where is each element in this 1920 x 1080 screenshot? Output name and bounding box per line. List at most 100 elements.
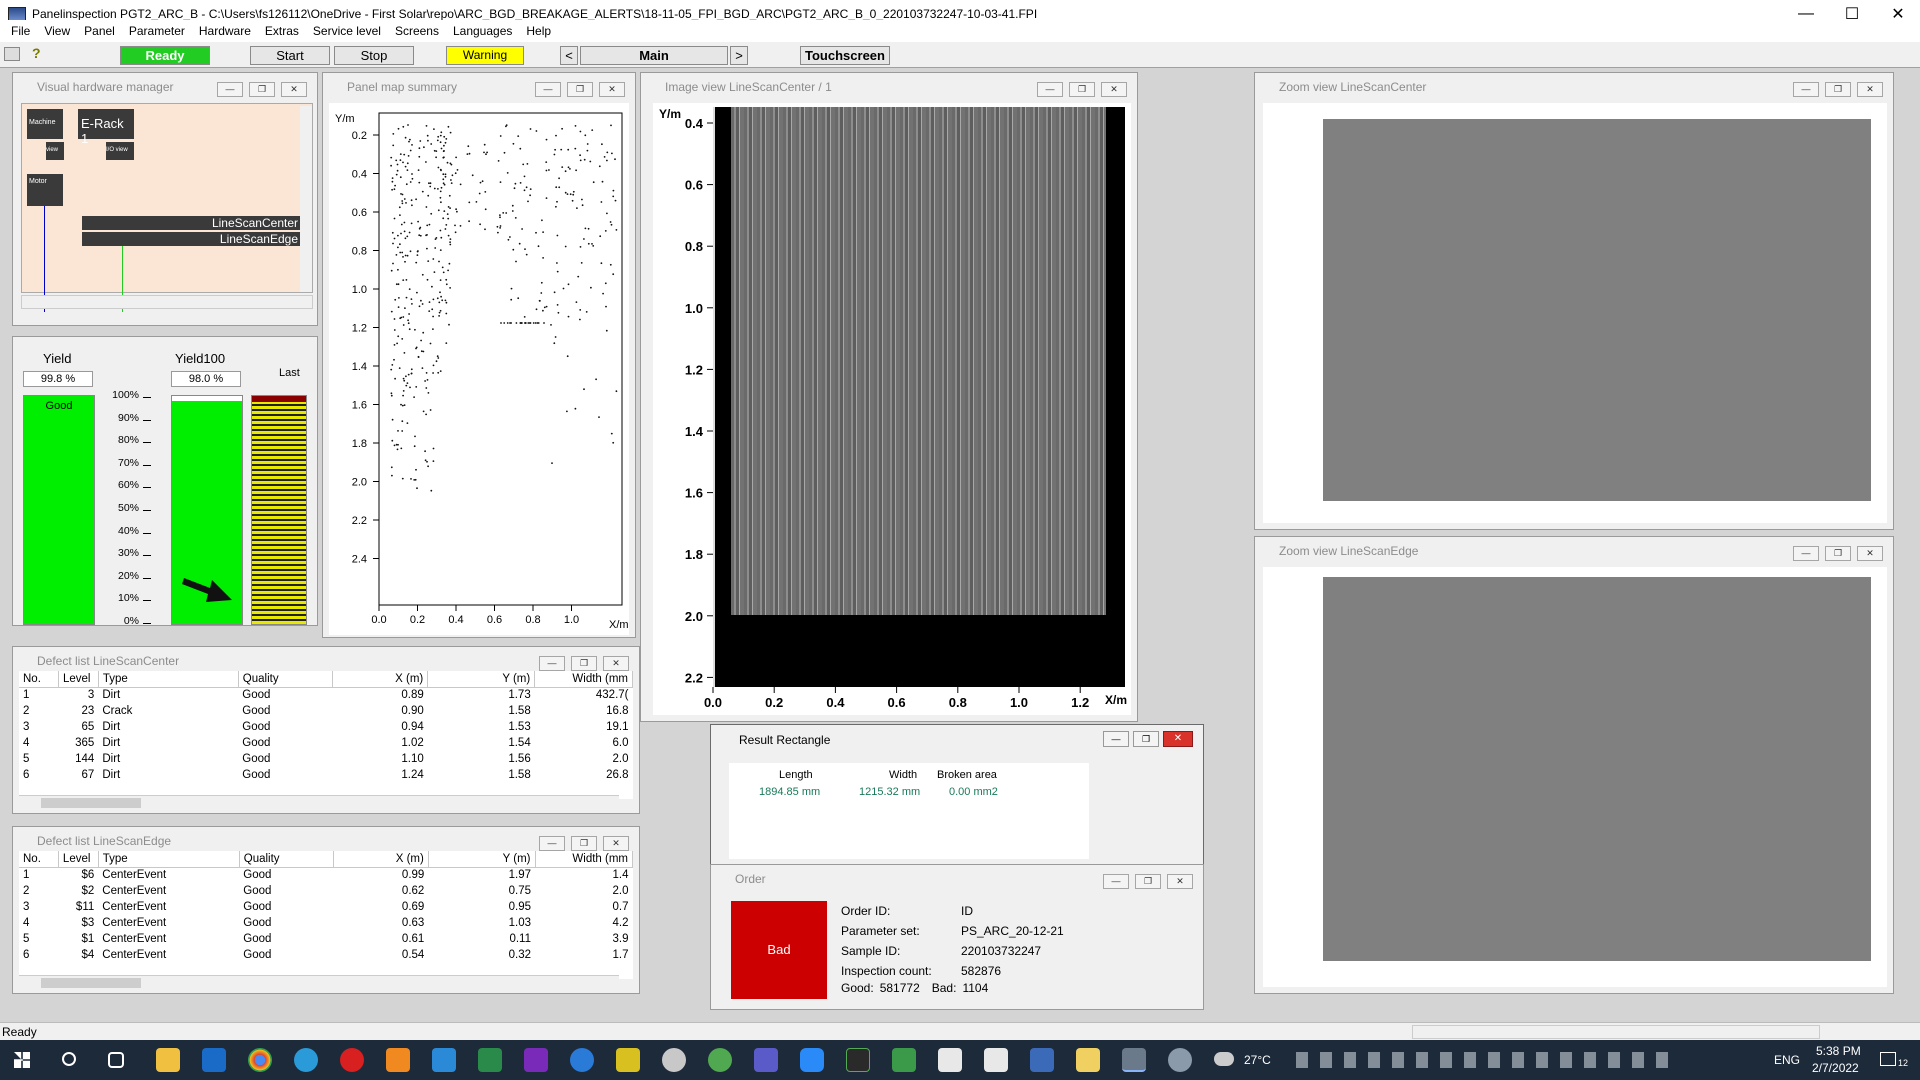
column-header[interactable]: Y (m) — [428, 851, 536, 868]
column-header[interactable]: No. — [19, 671, 59, 688]
app-icon-spreadsheet[interactable] — [892, 1048, 916, 1072]
stop-button[interactable]: Stop — [334, 46, 414, 65]
app-icon-gray[interactable] — [662, 1048, 686, 1072]
menu-parameter[interactable]: Parameter — [122, 24, 192, 38]
search-icon[interactable] — [62, 1052, 76, 1066]
column-header[interactable]: Quality — [238, 671, 333, 688]
table-row[interactable]: 3 $11 CenterEvent Good 0.69 0.95 0.7 — [19, 899, 633, 915]
excel-icon[interactable] — [478, 1048, 502, 1072]
table-row[interactable]: 3 65 Dirt Good 0.94 1.53 19.1 — [19, 719, 633, 735]
start-button[interactable]: Start — [250, 46, 330, 65]
app-icon-yellow[interactable] — [616, 1048, 640, 1072]
table-row[interactable]: 4 $3 CenterEvent Good 0.63 1.03 4.2 — [19, 915, 633, 931]
table-row[interactable]: 6 67 Dirt Good 1.24 1.58 26.8 — [19, 767, 633, 783]
close-icon[interactable]: ✕ — [281, 82, 307, 97]
close-icon[interactable]: ✕ — [1101, 82, 1127, 97]
restore-icon[interactable]: ❐ — [249, 82, 275, 97]
close-icon[interactable]: ✕ — [1163, 731, 1193, 747]
table-row[interactable]: 1 3 Dirt Good 0.89 1.73 432.7( — [19, 687, 633, 703]
ie-icon[interactable] — [570, 1048, 594, 1072]
clock-date[interactable]: 2/7/2022 — [1812, 1061, 1859, 1075]
restore-icon[interactable]: ❐ — [1825, 82, 1851, 97]
app-icon-orange[interactable] — [386, 1048, 410, 1072]
menu-languages[interactable]: Languages — [446, 24, 519, 38]
hw-horizontal-scrollbar[interactable] — [21, 295, 313, 309]
menu-view[interactable]: View — [37, 24, 77, 38]
app-icon-check[interactable] — [1076, 1048, 1100, 1072]
calculator-icon[interactable] — [938, 1048, 962, 1072]
onenote-icon[interactable] — [524, 1048, 548, 1072]
column-header[interactable]: X (m) — [333, 851, 429, 868]
help-icon[interactable]: ? — [32, 45, 41, 61]
erack-node[interactable]: E-Rack 1 — [78, 109, 134, 146]
zoom-center-image[interactable] — [1323, 119, 1871, 501]
panelinspection-taskbar-icon[interactable] — [1122, 1048, 1146, 1072]
hw-vertical-scrollbar[interactable] — [300, 106, 312, 292]
windows-start-icon[interactable] — [14, 1052, 30, 1068]
minimize-icon[interactable]: — — [1103, 874, 1129, 889]
table-row[interactable]: 4 365 Dirt Good 1.02 1.54 6.0 — [19, 735, 633, 751]
close-icon[interactable]: ✕ — [1857, 82, 1883, 97]
restore-icon[interactable]: ❐ — [1133, 731, 1159, 747]
opera-icon[interactable] — [340, 1048, 364, 1072]
column-header[interactable]: Quality — [239, 851, 334, 868]
language-indicator[interactable]: ENG — [1774, 1053, 1800, 1067]
notification-icon[interactable] — [1880, 1052, 1896, 1066]
minimize-icon[interactable]: — — [535, 82, 561, 97]
column-header[interactable]: Level — [58, 671, 99, 688]
table-row[interactable]: 2 $2 CenterEvent Good 0.62 0.75 2.0 — [19, 883, 633, 899]
teams-icon[interactable] — [754, 1048, 778, 1072]
column-header[interactable]: Level — [58, 851, 99, 868]
minimize-icon[interactable]: — — [539, 836, 565, 851]
edge-icon[interactable] — [294, 1048, 318, 1072]
minimize-icon[interactable]: — — [539, 656, 565, 671]
table-row[interactable]: 2 23 Crack Good 0.90 1.58 16.8 — [19, 703, 633, 719]
close-icon[interactable]: ✕ — [603, 656, 629, 671]
close-icon[interactable]: ✕ — [603, 836, 629, 851]
zoom-icon[interactable] — [800, 1048, 824, 1072]
print-icon[interactable] — [4, 47, 20, 61]
touchscreen-button[interactable]: Touchscreen — [800, 46, 890, 65]
app-icon-blue[interactable] — [1030, 1048, 1054, 1072]
prev-screen-button[interactable]: < — [560, 46, 578, 65]
menu-help[interactable]: Help — [519, 24, 558, 38]
restore-icon[interactable]: ❐ — [1135, 874, 1161, 889]
column-header[interactable]: Y (m) — [427, 671, 536, 688]
column-header[interactable]: Width (mm — [535, 851, 633, 868]
system-tray-icons[interactable] — [1296, 1052, 1676, 1068]
close-icon[interactable]: ✕ — [599, 82, 625, 97]
menu-extras[interactable]: Extras — [258, 24, 306, 38]
column-header[interactable]: X (m) — [332, 671, 429, 688]
minimize-icon[interactable]: — — [1793, 546, 1819, 561]
machine-node[interactable]: Machine — [27, 109, 63, 139]
menu-file[interactable]: File — [4, 24, 37, 38]
next-screen-button[interactable]: > — [730, 46, 748, 65]
restore-icon[interactable]: ❐ — [567, 82, 593, 97]
app-icon-s[interactable] — [846, 1048, 870, 1072]
io-view-node[interactable]: I/O view — [106, 142, 134, 160]
minimize-icon[interactable]: — — [1103, 731, 1129, 747]
table-row[interactable]: 5 $1 CenterEvent Good 0.61 0.11 3.9 — [19, 931, 633, 947]
vnc-icon[interactable] — [984, 1048, 1008, 1072]
task-view-icon[interactable] — [108, 1052, 124, 1068]
close-icon[interactable]: ✕ — [1167, 874, 1193, 889]
clock-time[interactable]: 5:38 PM — [1816, 1044, 1861, 1058]
vscode-icon[interactable] — [432, 1048, 456, 1072]
linescan-edge-node[interactable]: LineScanEdge — [82, 232, 300, 246]
minimize-icon[interactable]: — — [217, 82, 243, 97]
table-row[interactable]: 1 $6 CenterEvent Good 0.99 1.97 1.4 — [19, 867, 633, 883]
restore-icon[interactable]: ❐ — [1825, 546, 1851, 561]
close-icon[interactable]: ✕ — [1857, 546, 1883, 561]
zoom-edge-image[interactable] — [1323, 577, 1871, 961]
linescan-center-node[interactable]: LineScanCenter — [82, 216, 300, 230]
restore-icon[interactable]: ❐ — [571, 836, 597, 851]
scrollbar-thumb[interactable] — [41, 978, 141, 988]
column-header[interactable]: Width (mm — [534, 671, 633, 688]
outlook-icon[interactable] — [202, 1048, 226, 1072]
menu-panel[interactable]: Panel — [77, 24, 122, 38]
menu-service-level[interactable]: Service level — [306, 24, 388, 38]
minimize-icon[interactable]: — — [1037, 82, 1063, 97]
app-icon-gear[interactable] — [1168, 1048, 1192, 1072]
column-header[interactable]: No. — [19, 851, 59, 868]
scrollbar-thumb[interactable] — [41, 798, 141, 808]
